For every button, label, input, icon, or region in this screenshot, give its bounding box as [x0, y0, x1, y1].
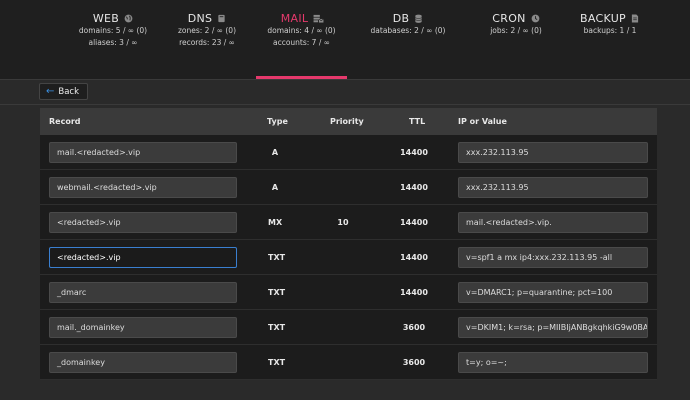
nav-tab-cron[interactable]: CRON jobs: 2 / ∞ (0) — [470, 0, 562, 79]
nav-tab-cron-label: CRON — [492, 12, 526, 25]
record-ttl: 14400 — [400, 183, 428, 192]
arrow-left-icon: ← — [46, 86, 55, 97]
record-value-field[interactable]: v=spf1 a mx ip4:xxx.232.113.95 -all — [458, 247, 648, 268]
table-row: mail.<redacted>.vip A 14400 xxx.232.113.… — [40, 135, 657, 170]
record-value-field[interactable]: v=DKIM1; k=rsa; p=MIIBIjANBgkqhkiG9w0BAQ… — [458, 317, 648, 338]
record-type: A — [271, 148, 279, 157]
top-navigation: WEB domains: 5 / ∞ (0) aliases: 3 / ∞ DN… — [0, 0, 690, 80]
nav-tab-db[interactable]: DB databases: 2 / ∞ (0) — [362, 0, 454, 79]
record-name-field-focused[interactable]: <redacted>.vip — [49, 247, 237, 268]
book-icon — [217, 14, 226, 23]
record-ttl: 3600 — [402, 323, 426, 332]
record-name-field[interactable]: mail.<redacted>.vip — [49, 142, 237, 163]
record-name-field[interactable]: <redacted>.vip — [49, 212, 237, 233]
header-record: Record — [49, 117, 81, 126]
nav-tab-web-label: WEB — [92, 12, 120, 25]
record-value-field[interactable]: t=y; o=~; — [458, 352, 648, 373]
record-value-field[interactable]: xxx.232.113.95 — [458, 177, 648, 198]
record-ttl: 14400 — [400, 148, 428, 157]
nav-tab-dns-label: DNS — [187, 12, 213, 25]
record-ttl: 14400 — [400, 288, 428, 297]
nav-tab-mail[interactable]: MAIL domains: 4 / ∞ (0) accounts: 7 / ∞ — [256, 0, 347, 79]
record-value-field[interactable]: xxx.232.113.95 — [458, 142, 648, 163]
record-type: A — [271, 183, 279, 192]
back-button-label: Back — [58, 86, 80, 97]
table-row: <redacted>.vip MX 10 14400 mail.<redacte… — [40, 205, 657, 240]
table-header: Record Type Priority TTL IP or Value — [40, 108, 657, 135]
nav-db-stat-databases: databases: 2 / ∞ (0) — [370, 26, 446, 35]
record-value-field[interactable]: mail.<redacted>.vip. — [458, 212, 648, 233]
record-type: TXT — [268, 253, 286, 262]
record-name-field[interactable]: _dmarc — [49, 282, 237, 303]
nav-tab-backup-label: BACKUP — [580, 12, 626, 25]
record-priority: 10 — [337, 218, 349, 227]
nav-backup-stat-backups: backups: 1 / 1 — [583, 26, 637, 35]
nav-web-stat-domains: domains: 5 / ∞ (0) — [78, 26, 148, 35]
nav-tab-web[interactable]: WEB domains: 5 / ∞ (0) aliases: 3 / ∞ — [66, 0, 160, 79]
table-row: _dmarc TXT 14400 v=DMARC1; p=quarantine;… — [40, 275, 657, 310]
nav-mail-stat-accounts: accounts: 7 / ∞ — [272, 38, 330, 47]
header-value: IP or Value — [458, 117, 507, 126]
clock-icon — [531, 14, 540, 23]
nav-tab-db-label: DB — [392, 12, 410, 25]
record-ttl: 14400 — [400, 218, 428, 227]
toolbar: ← Back — [0, 80, 690, 105]
record-name-field[interactable]: webmail.<redacted>.vip — [49, 177, 237, 198]
globe-icon — [124, 14, 133, 23]
header-type: Type — [267, 117, 288, 126]
record-type: TXT — [268, 323, 286, 332]
dns-records-table: Record Type Priority TTL IP or Value mai… — [40, 108, 657, 380]
nav-tab-dns[interactable]: DNS zones: 2 / ∞ (0) records: 23 / ∞ — [160, 0, 254, 79]
record-type: TXT — [268, 358, 286, 367]
table-row: webmail.<redacted>.vip A 14400 xxx.232.1… — [40, 170, 657, 205]
record-ttl: 3600 — [402, 358, 426, 367]
nav-web-stat-aliases: aliases: 3 / ∞ — [88, 38, 138, 47]
record-type: TXT — [268, 288, 286, 297]
active-tab-indicator — [256, 76, 347, 79]
record-ttl: 14400 — [400, 253, 428, 262]
nav-cron-stat-jobs: jobs: 2 / ∞ (0) — [490, 26, 542, 35]
mail-server-icon — [313, 14, 324, 23]
nav-dns-stat-records: records: 23 / ∞ — [179, 38, 235, 47]
database-icon — [414, 14, 423, 23]
table-row: mail._domainkey TXT 3600 v=DKIM1; k=rsa;… — [40, 310, 657, 345]
record-value-field[interactable]: v=DMARC1; p=quarantine; pct=100 — [458, 282, 648, 303]
record-type: MX — [268, 218, 283, 227]
record-name-field[interactable]: mail._domainkey — [49, 317, 237, 338]
file-icon — [631, 14, 640, 23]
back-button[interactable]: ← Back — [39, 83, 89, 100]
record-name-field[interactable]: _domainkey — [49, 352, 237, 373]
nav-tab-backup[interactable]: BACKUP backups: 1 / 1 — [566, 0, 654, 79]
table-row: <redacted>.vip TXT 14400 v=spf1 a mx ip4… — [40, 240, 657, 275]
header-priority: Priority — [330, 117, 364, 126]
nav-dns-stat-zones: zones: 2 / ∞ (0) — [177, 26, 237, 35]
nav-tab-mail-label: MAIL — [280, 12, 309, 25]
table-row: _domainkey TXT 3600 t=y; o=~; — [40, 345, 657, 380]
header-ttl: TTL — [409, 117, 426, 126]
nav-mail-stat-domains: domains: 4 / ∞ (0) — [267, 26, 336, 35]
